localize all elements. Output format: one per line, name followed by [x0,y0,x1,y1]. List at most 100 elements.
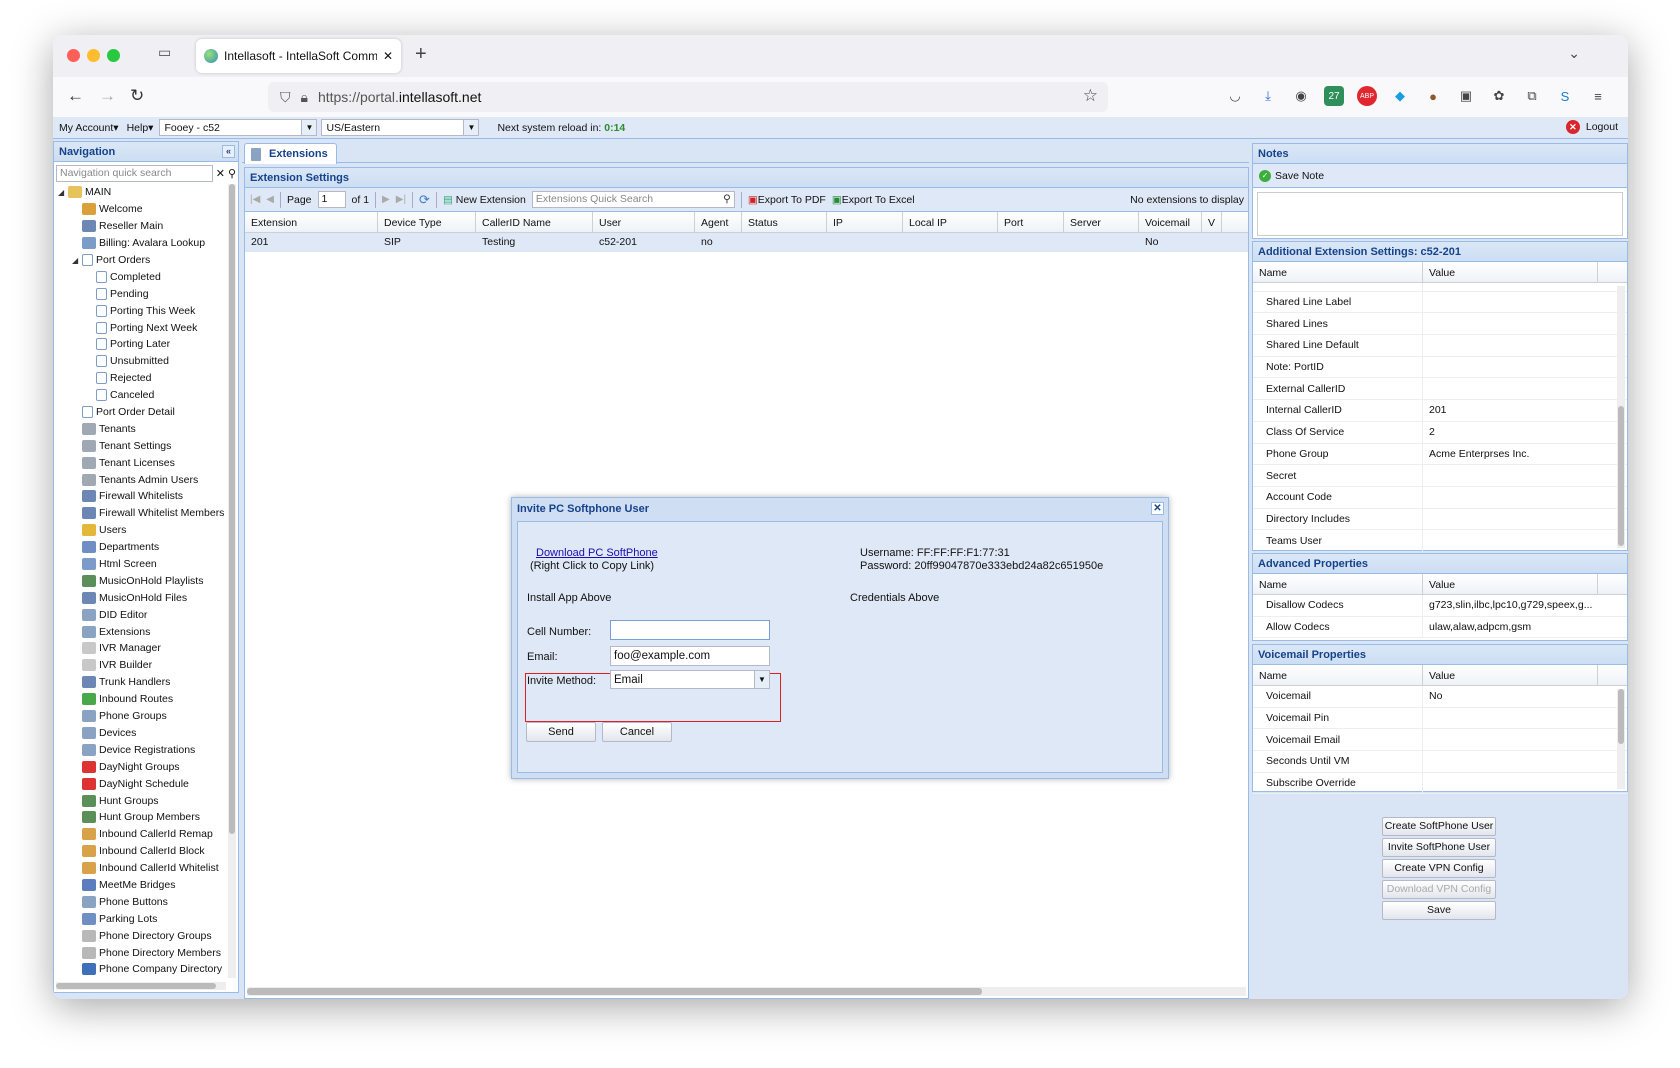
nav-item[interactable]: Inbound CallerId Remap [54,826,226,843]
column-header[interactable]: IP [827,212,903,232]
nav-item[interactable]: MusicOnHold Playlists [54,572,226,589]
export-excel-button[interactable]: ▣Export To Excel [832,194,915,206]
column-header[interactable]: User [593,212,695,232]
email-input[interactable]: foo@example.com [610,646,770,666]
timezone-select[interactable]: US/Eastern ▼ [321,119,480,136]
close-icon[interactable]: ✕ [1151,502,1164,515]
download-vpn-config-button[interactable]: Download VPN Config [1382,880,1496,899]
column-header[interactable]: V [1202,212,1222,232]
image-extension-icon[interactable]: ▣ [1456,86,1476,106]
property-row[interactable]: Internal CallerID 201 [1253,400,1627,422]
extensions-search-input[interactable]: Extensions Quick Search ⚲ [531,191,735,208]
forward-icon[interactable]: → [99,86,116,106]
nav-item[interactable]: Devices [54,725,226,742]
nav-hscrollbar[interactable] [56,982,226,990]
settings-extension-icon[interactable]: ✿ [1489,86,1509,106]
property-row[interactable]: Account Code [1253,486,1627,509]
my-account-menu[interactable]: My Account▾ [57,122,121,134]
pocket-icon[interactable]: ◡ [1225,86,1245,106]
nav-item[interactable]: Departments [54,539,226,556]
nav-item[interactable]: Completed [54,268,226,285]
puzzle-icon[interactable]: ⧉ [1522,86,1542,106]
clear-search-icon[interactable]: ✕ [216,167,225,180]
property-row[interactable]: Subscribe Override [1253,772,1627,795]
nav-item[interactable]: Phone Company Directory [54,961,226,978]
nav-item[interactable]: Phone Buttons [54,893,226,910]
nav-item[interactable]: DayNight Schedule [54,775,226,792]
nav-item[interactable]: Parking Lots [54,910,226,927]
nav-item[interactable]: IVR Builder [54,657,226,674]
last-page-icon[interactable]: ▶| [396,194,406,205]
zoom-window-button[interactable] [107,49,120,62]
reload-icon[interactable]: ↻ [130,86,144,106]
nav-item[interactable]: Phone Groups [54,708,226,725]
nav-item[interactable]: Html Screen [54,556,226,573]
nav-item[interactable]: Phone Directory Groups [54,927,226,944]
nav-scrollbar[interactable] [228,184,236,978]
download-icon[interactable]: ⤓ [1258,86,1278,106]
column-header[interactable]: Voicemail [1139,212,1202,232]
nav-item[interactable]: Rejected [54,370,226,387]
download-softphone-link[interactable]: Download PC SoftPhone [536,547,658,559]
column-header[interactable]: CallerID Name [476,212,593,232]
property-row[interactable]: Allow Codecs ulaw,alaw,adpcm,gsm [1253,616,1627,639]
nav-item[interactable]: Extensions [54,623,226,640]
lock-icon[interactable]: 🔒︎ [301,89,308,106]
nav-item[interactable]: Pending [54,285,226,302]
nav-item[interactable]: Port Order Detail [54,404,226,421]
first-page-icon[interactable]: |◀ [250,194,260,205]
nav-item[interactable]: Inbound CallerId Block [54,843,226,860]
nav-item[interactable]: Inbound CallerId Whitelist [54,860,226,877]
nav-item[interactable]: DayNight Groups [54,758,226,775]
send-button[interactable]: Send [526,722,596,742]
collapse-icon[interactable]: « [222,145,235,158]
nav-item[interactable]: Welcome [54,201,226,218]
property-row[interactable]: Voicemail No [1253,686,1627,708]
chevron-down-icon[interactable]: ⌄ [1568,45,1580,62]
nav-item[interactable]: Device Registrations [54,741,226,758]
expand-toggle-icon[interactable]: ◢ [72,256,82,265]
nav-item[interactable]: Trunk Handlers [54,674,226,691]
nav-item[interactable]: ◢ MAIN [54,184,226,201]
expand-toggle-icon[interactable]: ◢ [58,188,68,197]
hamburger-menu-icon[interactable]: ≡ [1588,86,1608,106]
back-icon[interactable]: ← [67,86,84,106]
export-pdf-button[interactable]: ▣Export To PDF [748,194,826,206]
cookie-icon[interactable]: ● [1423,86,1443,106]
nav-item[interactable]: Hunt Group Members [54,809,226,826]
nav-item[interactable]: Billing: Avalara Lookup [54,235,226,252]
column-header[interactable]: Status [742,212,827,232]
adblock-icon[interactable]: ABP [1357,86,1377,106]
shield-icon[interactable]: ⛉ [280,89,291,106]
nav-item[interactable]: IVR Manager [54,640,226,657]
nav-item[interactable]: Unsubmitted [54,353,226,370]
nav-item[interactable]: Reseller Main [54,218,226,235]
property-row[interactable]: Shared Lines [1253,313,1627,336]
cell-number-input[interactable] [610,620,770,640]
column-header[interactable]: Extension [245,212,378,232]
column-header[interactable]: Device Type [378,212,476,232]
nav-item[interactable]: Tenants [54,420,226,437]
account-icon[interactable]: ◉ [1291,86,1311,106]
nav-item[interactable]: MusicOnHold Files [54,589,226,606]
nav-item[interactable]: Inbound Routes [54,691,226,708]
nav-item[interactable]: Hunt Groups [54,792,226,809]
property-row[interactable]: Voicemail Email [1253,729,1627,752]
nav-item[interactable]: Tenant Settings [54,437,226,454]
logout-button[interactable]: ✕ Logout [1565,120,1618,134]
new-tab-icon[interactable]: + [415,43,427,66]
address-bar[interactable]: ⛉ 🔒︎ https://portal.intellasoft.net ☆ [268,82,1108,112]
page-input[interactable]: 1 [317,191,346,208]
tab-extensions[interactable]: Extensions [244,143,337,164]
additional-scrollbar[interactable] [1617,286,1625,548]
calendar-extension-icon[interactable]: 27 [1324,86,1344,106]
nav-item[interactable]: Firewall Whitelists [54,488,226,505]
invite-softphone-user-button[interactable]: Invite SoftPhone User [1382,838,1496,857]
prev-page-icon[interactable]: ◀ [266,194,274,205]
nav-item[interactable]: Phone Directory Members [54,944,226,961]
property-row[interactable]: Shared Line Default [1253,335,1627,357]
property-row[interactable]: Seconds Until VM [1253,751,1627,773]
property-row[interactable]: Directory Includes [1253,508,1627,531]
property-row[interactable]: Voicemail Pin [1253,707,1627,730]
column-header[interactable]: Agent [695,212,742,232]
